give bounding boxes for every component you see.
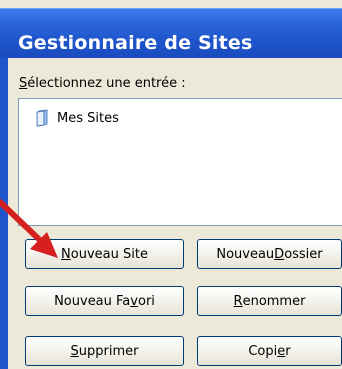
new-site-label-mnemonic: N: [61, 246, 71, 262]
copy-label-post: r: [285, 343, 291, 359]
select-entry-text: électionnez une entrée :: [27, 76, 186, 91]
rename-label-mnemonic: R: [233, 293, 243, 309]
delete-button[interactable]: Supprimer: [25, 336, 184, 366]
new-folder-button[interactable]: Nouveau Dossier: [197, 239, 342, 269]
new-favorite-label-pre: Nouveau Fa: [54, 293, 131, 309]
new-site-label-post: ouveau Site: [70, 246, 148, 262]
title-bar: Gestionnaire de Sites: [0, 8, 342, 58]
window-title: Gestionnaire de Sites: [18, 32, 253, 54]
new-folder-label-pre: Nouveau: [216, 246, 275, 262]
new-site-button[interactable]: Nouveau Site: [25, 239, 184, 269]
site-manager-window: Gestionnaire de Sites Sélectionnez une e…: [0, 0, 342, 369]
rename-label-post: enommer: [242, 293, 306, 309]
delete-label-mnemonic: S: [70, 343, 79, 359]
copy-label-pre: Copi: [248, 343, 278, 359]
new-favorite-label-post: ori: [137, 293, 155, 309]
copy-label-mnemonic: e: [277, 343, 286, 359]
site-tree[interactable]: Mes Sites: [18, 98, 342, 226]
select-entry-label: Sélectionnez une entrée :: [19, 76, 186, 91]
new-folder-label-mnemonic: D: [274, 246, 285, 262]
delete-label-post: upprimer: [78, 343, 139, 359]
tree-item-label: Mes Sites: [57, 110, 119, 126]
new-favorite-label-mnemonic: v: [130, 293, 138, 309]
new-folder-label-post: ossier: [284, 246, 323, 262]
rename-button[interactable]: Renommer: [197, 286, 342, 316]
copy-button[interactable]: Copi e r: [197, 336, 342, 366]
folder-icon: [36, 109, 48, 127]
tree-item-mes-sites[interactable]: Mes Sites: [35, 109, 119, 127]
new-favorite-button[interactable]: Nouveau Fa v ori: [25, 286, 184, 316]
